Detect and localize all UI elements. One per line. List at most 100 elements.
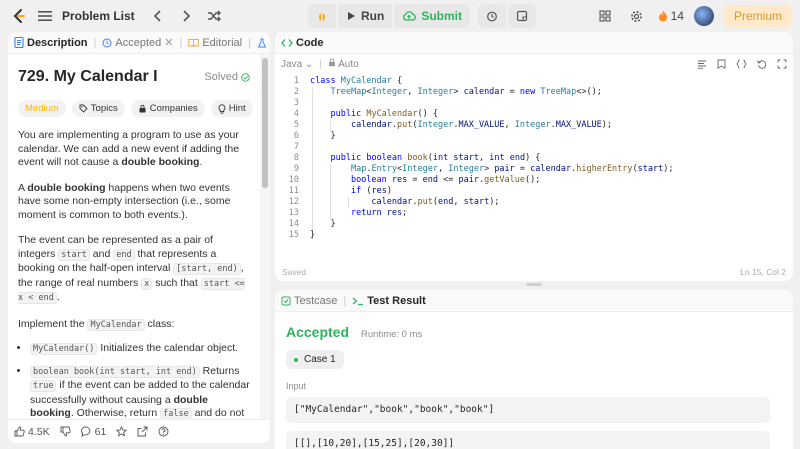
problem-list-icon[interactable] (34, 5, 56, 27)
prev-problem-icon[interactable] (147, 5, 169, 27)
tab-description-label: Description (27, 36, 88, 49)
streak-counter[interactable]: 14 (658, 9, 684, 23)
favorite-button[interactable] (116, 426, 128, 437)
test-result-body: Accepted Runtime: 0 ms Case 1 Input ["My… (275, 312, 793, 449)
leetcode-logo-icon[interactable] (10, 7, 28, 25)
result-tab-bar: Testcase | Test Result (275, 290, 793, 312)
list-item: boolean book(int start, int end) Returns… (30, 365, 250, 420)
comment-count: 61 (94, 425, 107, 438)
timer-button[interactable] (478, 4, 506, 28)
bookmark-icon[interactable] (717, 59, 726, 69)
close-tab-icon[interactable]: ✕ (164, 36, 173, 49)
history-icon (102, 38, 112, 47)
auto-mode-toggle[interactable]: Auto (328, 58, 359, 70)
title-row: 729. My Calendar I Solved (18, 68, 250, 86)
help-button[interactable] (158, 426, 169, 437)
language-select[interactable]: Java ⌄ (281, 59, 313, 70)
tab-code[interactable]: Code (281, 37, 324, 49)
tab-separator: | (248, 36, 251, 49)
like-count: 4.5K (28, 425, 50, 438)
submit-button[interactable]: Submit (394, 4, 470, 28)
problem-title[interactable]: 729. My Calendar I (18, 68, 158, 86)
result-panel: Testcase | Test Result Accepted Runtime:… (275, 290, 793, 449)
problem-list-link[interactable]: Problem List (62, 9, 135, 23)
description-panel: Description | Accepted ✕ | Editorial | 7… (8, 32, 270, 443)
tab-test-result[interactable]: Test Result (352, 295, 426, 307)
share-icon (137, 426, 148, 437)
hint-tag[interactable]: Hint (210, 100, 253, 117)
case-label: Case 1 (304, 354, 336, 365)
top-bar: Problem List Run Submit 14 Premium (0, 0, 800, 32)
premium-button[interactable]: Premium (723, 5, 792, 27)
comments-button[interactable]: 61 (80, 425, 107, 438)
document-icon (14, 37, 24, 48)
notes-button[interactable] (508, 4, 536, 28)
layout-grid-icon[interactable] (594, 5, 616, 27)
tab-code-label: Code (296, 36, 324, 49)
method-list: MyCalendar() Initializes the calendar ob… (18, 342, 250, 420)
code-tab-bar: Code (275, 32, 793, 54)
saved-status: Saved (282, 267, 307, 277)
run-button[interactable]: Run (338, 4, 393, 28)
play-icon (348, 12, 355, 20)
pass-dot-icon (294, 357, 298, 362)
star-icon (116, 426, 128, 437)
bug-icon (319, 13, 325, 21)
run-controls: Run Submit (308, 4, 536, 28)
fire-icon (658, 10, 667, 22)
input-box-1[interactable]: ["MyCalendar","book","book","book"] (286, 397, 770, 423)
tab-editorial[interactable]: Editorial (188, 37, 242, 49)
panel-resize-handle[interactable] (526, 283, 542, 286)
code-panel: Code Java ⌄ | Auto 1 class MyCalendar { 2… (275, 32, 793, 281)
companies-tag[interactable]: Companies (130, 100, 205, 117)
lightbulb-icon (218, 103, 226, 113)
user-avatar[interactable] (693, 6, 714, 26)
help-circle-icon (158, 426, 169, 437)
description-paragraph-2: A double booking happens when two events… (18, 181, 231, 221)
list-item: MyCalendar() Initializes the calendar ob… (30, 342, 250, 357)
cursor-position: Ln 15, Col 2 (740, 267, 786, 277)
fullscreen-icon[interactable] (777, 59, 787, 69)
solved-status: Solved (204, 71, 250, 83)
dislike-button[interactable] (60, 426, 71, 437)
tab-testcase-label: Testcase (294, 294, 338, 307)
topics-label: Topics (90, 103, 118, 114)
tab-more[interactable] (257, 38, 267, 48)
tab-description[interactable]: Description (14, 37, 88, 49)
reset-icon[interactable] (757, 59, 767, 69)
code-editor[interactable]: 1 class MyCalendar { 2 TreeMap<Integer, I… (275, 76, 793, 256)
shuffle-icon[interactable] (203, 5, 225, 27)
editor-status-bar: Saved Ln 15, Col 2 (275, 263, 793, 281)
next-problem-icon[interactable] (175, 5, 197, 27)
like-button[interactable]: 4.5K (14, 426, 50, 438)
runtime-text: Runtime: 0 ms (361, 329, 423, 340)
submit-label: Submit (421, 9, 462, 23)
share-button[interactable] (137, 426, 148, 437)
topics-tag[interactable]: Topics (71, 100, 125, 117)
problem-description: 729. My Calendar I Solved Medium Topics … (8, 54, 260, 420)
toolbar-separator: | (319, 58, 322, 70)
lock-icon (139, 104, 146, 113)
tab-accepted[interactable]: Accepted ✕ (102, 36, 173, 49)
input-box-2[interactable]: [[],[10,20],[15,25],[20,30]] (286, 431, 770, 449)
curly-braces-icon[interactable] (736, 59, 747, 69)
top-bar-left: Problem List (10, 0, 225, 32)
alarm-clock-icon (487, 11, 497, 22)
description-scrollbar-thumb[interactable] (262, 58, 268, 188)
tag-icon (79, 104, 88, 113)
settings-gear-icon[interactable] (626, 5, 648, 27)
case-1-button[interactable]: Case 1 (286, 350, 344, 369)
note-icon (516, 10, 528, 22)
run-label: Run (361, 9, 385, 23)
terminal-icon (352, 297, 364, 305)
description-footer: 4.5K 61 (8, 419, 270, 443)
code-brackets-icon (281, 38, 293, 47)
tab-testcase[interactable]: Testcase (281, 295, 337, 307)
tab-accepted-label: Accepted (115, 36, 162, 49)
format-lines-icon[interactable] (697, 59, 707, 69)
top-bar-right: 14 Premium (594, 0, 792, 32)
debug-button[interactable] (308, 4, 336, 28)
input-label: Input (286, 381, 307, 391)
description-paragraph-3: The event can be represented as a pair o… (18, 234, 245, 304)
tab-separator: | (93, 36, 97, 49)
